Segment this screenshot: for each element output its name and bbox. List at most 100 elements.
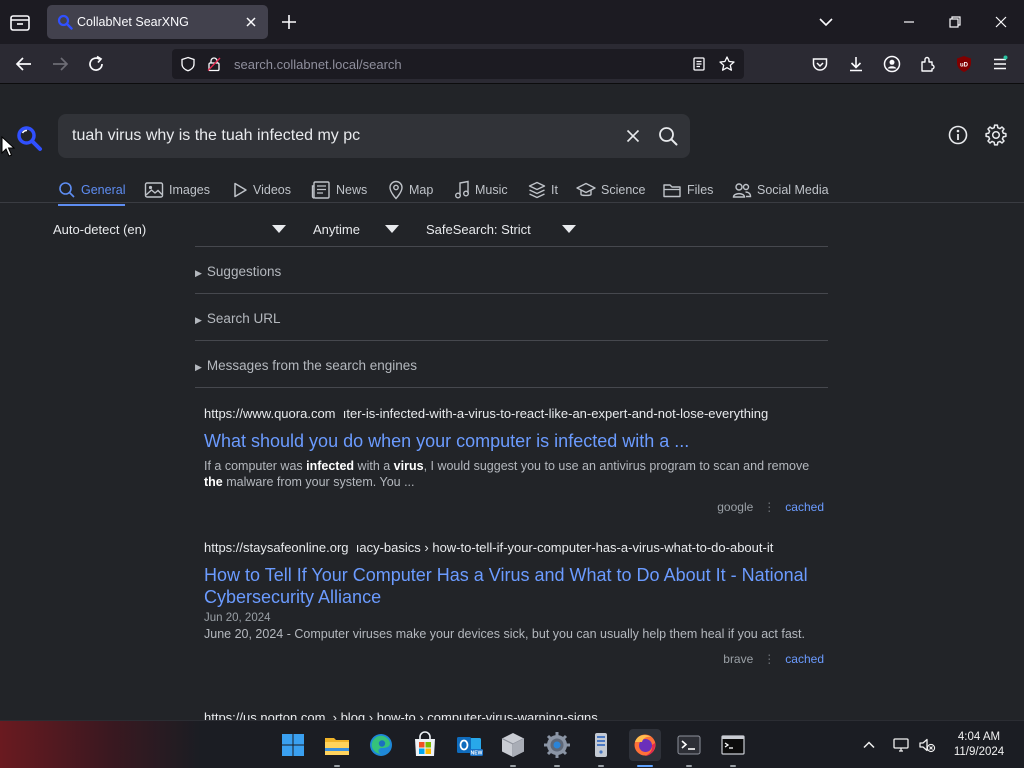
- reader-view-icon[interactable]: [691, 56, 707, 72]
- tab-news[interactable]: News: [311, 176, 367, 204]
- server-app-icon: [595, 733, 607, 757]
- result-item: https://www.quora.com ıter-is-infected-w…: [204, 406, 824, 514]
- windows-taskbar: NEW 4:04 AM 11/9/2024: [0, 720, 1024, 768]
- minimize-icon[interactable]: [900, 13, 918, 31]
- taskbar-file-explorer[interactable]: [321, 729, 353, 767]
- language-select[interactable]: Auto-detect (en): [53, 222, 146, 237]
- result-url[interactable]: https://staysafeonline.org ıacy-basics ›…: [204, 540, 824, 556]
- details-divider: [195, 387, 828, 388]
- tab-it-label: It: [551, 183, 558, 197]
- tab-it[interactable]: It: [528, 176, 558, 204]
- tab-list-icon[interactable]: [8, 11, 32, 33]
- taskbar-box-app[interactable]: [497, 729, 529, 767]
- bookmark-star-icon[interactable]: [718, 55, 736, 73]
- taskbar-firefox[interactable]: [629, 729, 661, 767]
- tab-images[interactable]: Images: [144, 176, 210, 204]
- tab-videos[interactable]: Videos: [232, 176, 291, 204]
- info-icon[interactable]: [947, 124, 969, 146]
- tab-social-media[interactable]: Social Media: [732, 176, 829, 204]
- tab-files-label: Files: [687, 183, 714, 197]
- lock-warning-icon[interactable]: [206, 56, 222, 72]
- ublock-origin-icon[interactable]: uD: [954, 54, 974, 74]
- extensions-icon[interactable]: [918, 54, 938, 74]
- browser-tab-bar: CollabNet SearXNG: [0, 0, 1024, 44]
- search-icon: [59, 182, 75, 198]
- clear-search-icon[interactable]: [624, 127, 642, 145]
- taskbar-server-app[interactable]: [585, 729, 617, 767]
- clock-date: 11/9/2024: [953, 746, 1005, 758]
- shield-icon[interactable]: [180, 56, 196, 72]
- search-submit-icon[interactable]: [657, 125, 679, 147]
- tab-title: CollabNet SearXNG: [77, 15, 189, 29]
- disclosure-triangle-icon: ▶: [195, 315, 202, 325]
- time-range-select[interactable]: Anytime: [313, 222, 360, 237]
- close-window-icon[interactable]: [992, 13, 1010, 31]
- tab-map[interactable]: Map: [388, 176, 433, 204]
- cached-link[interactable]: cached: [785, 652, 824, 666]
- searxng-logo-icon[interactable]: [15, 124, 43, 152]
- search-url-toggle[interactable]: ▶ Search URL: [195, 293, 828, 340]
- safesearch-select[interactable]: SafeSearch: Strict: [426, 222, 531, 237]
- gear-icon[interactable]: [985, 124, 1007, 146]
- chevron-up-icon[interactable]: [860, 736, 878, 754]
- browser-tab[interactable]: CollabNet SearXNG: [47, 5, 268, 39]
- windows-start-icon: [282, 734, 304, 756]
- tab-news-label: News: [336, 183, 368, 197]
- tab-general[interactable]: General: [58, 176, 126, 206]
- result-engine: brave: [723, 652, 754, 666]
- suggestions-toggle[interactable]: ▶ Suggestions: [195, 246, 828, 293]
- restore-icon[interactable]: [946, 13, 964, 31]
- browser-nav-bar: search.collabnet.local/search uD: [0, 44, 1024, 84]
- category-divider: [0, 202, 1024, 203]
- vertical-dots-icon: ⋮: [763, 500, 776, 514]
- taskbar-settings[interactable]: [541, 729, 573, 767]
- disclosure-triangle-icon: ▶: [195, 362, 202, 372]
- search-input[interactable]: [58, 114, 618, 158]
- tab-close-icon[interactable]: [242, 13, 260, 31]
- file-explorer-icon: [325, 738, 349, 755]
- safesearch-dropdown-caret-icon[interactable]: [562, 225, 576, 233]
- hamburger-menu-icon[interactable]: [990, 54, 1010, 74]
- result-snippet: If a computer was infected with a virus,…: [204, 459, 810, 489]
- result-title-link[interactable]: How to Tell If Your Computer Has a Virus…: [204, 564, 824, 608]
- chevron-down-icon[interactable]: [817, 13, 835, 31]
- language-dropdown-caret-icon[interactable]: [272, 225, 286, 233]
- reload-icon[interactable]: [86, 54, 106, 74]
- result-item: https://us.norton.com › blog › how-to › …: [204, 710, 824, 720]
- taskbar-wallpaper-glow: [0, 721, 200, 768]
- taskbar-store[interactable]: [409, 729, 441, 761]
- taskbar-terminal[interactable]: [673, 729, 705, 767]
- taskbar-edge[interactable]: [365, 729, 397, 761]
- network-icon[interactable]: [892, 736, 910, 754]
- tab-music[interactable]: Music: [454, 176, 508, 204]
- tab-general-label: General: [81, 183, 126, 197]
- new-tab-icon[interactable]: [280, 13, 298, 31]
- taskbar-clock[interactable]: 4:04 AM 11/9/2024: [940, 730, 1018, 760]
- volume-muted-icon[interactable]: [918, 736, 936, 754]
- pocket-icon[interactable]: [810, 54, 830, 74]
- tab-science[interactable]: Science: [576, 176, 645, 204]
- result-url[interactable]: https://us.norton.com › blog › how-to › …: [204, 710, 824, 720]
- cached-link[interactable]: cached: [785, 500, 824, 514]
- searxng-favicon-icon: [57, 14, 73, 30]
- address-bar[interactable]: search.collabnet.local/search: [172, 49, 744, 79]
- taskbar-outlook[interactable]: NEW: [453, 729, 485, 761]
- settings-icon: [544, 732, 570, 758]
- tab-videos-label: Videos: [253, 183, 291, 197]
- time-range-dropdown-caret-icon[interactable]: [385, 225, 399, 233]
- back-arrow-icon[interactable]: [14, 54, 34, 74]
- result-title-link[interactable]: What should you do when your computer is…: [204, 430, 824, 452]
- forward-arrow-icon[interactable]: [50, 54, 70, 74]
- clock-time: 4:04 AM: [957, 731, 1001, 743]
- image-icon: [144, 182, 164, 198]
- account-icon[interactable]: [882, 54, 902, 74]
- taskbar-command-prompt[interactable]: [717, 729, 749, 767]
- downloads-icon[interactable]: [846, 54, 866, 74]
- engine-messages-toggle[interactable]: ▶ Messages from the search engines: [195, 340, 828, 387]
- files-icon: [663, 184, 681, 198]
- windows-start-button[interactable]: [277, 729, 309, 761]
- tab-images-label: Images: [169, 183, 210, 197]
- tab-files[interactable]: Files: [662, 176, 713, 204]
- tab-music-label: Music: [475, 183, 508, 197]
- result-url[interactable]: https://www.quora.com ıter-is-infected-w…: [204, 406, 824, 422]
